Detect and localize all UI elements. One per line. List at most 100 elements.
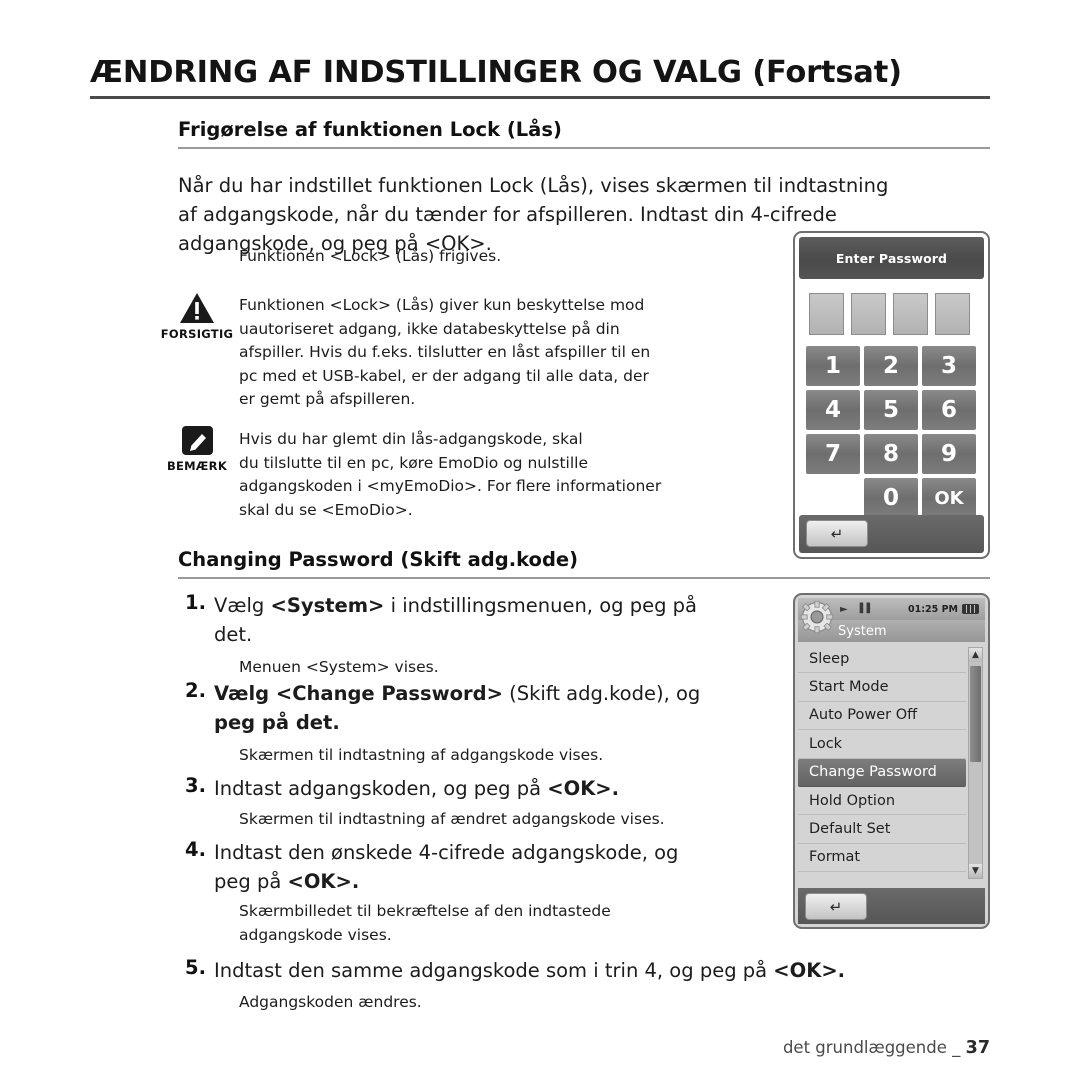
device-menu-title: System	[838, 623, 887, 639]
step-5-line1-b: <OK>.	[773, 959, 846, 982]
section-heading-lock: Frigørelse af funktionen Lock (Lås)	[178, 118, 562, 141]
password-digit-box	[893, 293, 928, 335]
menu-item-change-password[interactable]: Change Password	[798, 758, 966, 787]
footer-text: det grundlæggende _	[782, 1038, 961, 1057]
step-3-note: Skærmen til indtastning af ændret adgang…	[239, 810, 665, 828]
chevron-up-icon[interactable]: ▲	[969, 648, 982, 662]
password-digit-box	[935, 293, 970, 335]
step-2-note: Skærmen til indtastning af adgangskode v…	[239, 746, 604, 764]
system-menu-list: Sleep Start Mode Auto Power Off Lock Cha…	[798, 645, 966, 873]
step-5-line1: Indtast den samme adgangskode som i trin…	[214, 956, 1004, 985]
caution-block: FORSIGTIG	[155, 292, 239, 341]
step-4-note: Skærmbilledet til bekræftelse af den ind…	[239, 900, 799, 947]
note-line2: du tilslutte til en pc, køre EmoDio og n…	[239, 453, 589, 472]
step-5-note: Adgangskoden ændres.	[239, 993, 422, 1011]
caution-line5: er gemt på afspilleren.	[239, 390, 416, 408]
step-1-note: Menuen <System> vises.	[239, 658, 439, 676]
step-2-number: 2.	[185, 679, 206, 702]
keypad-row: 0 OK	[806, 478, 978, 518]
play-icon: ►	[840, 603, 848, 615]
chevron-down-icon[interactable]: ▼	[969, 864, 982, 878]
system-menu-device: ► ▌▌ 01:25 PM System Sleep Start Mode Au…	[793, 593, 990, 929]
note-pencil-icon	[181, 426, 213, 455]
step-4-line2-a: peg på	[214, 870, 288, 893]
step-4-note-line2: adgangskode vises.	[239, 925, 392, 944]
step-2-line1-c: (Skift adg.kode), og	[502, 682, 701, 705]
scrollbar-thumb[interactable]	[970, 666, 981, 762]
page-number: 37	[965, 1038, 990, 1058]
keypad-key-2[interactable]: 2	[864, 346, 918, 386]
note-label: BEMÆRK	[166, 459, 228, 473]
step-4-line1: Indtast den ønskede 4-cifrede adgangskod…	[214, 841, 679, 864]
note-line1: Hvis du har glemt din lås-adgangskode, s…	[239, 430, 583, 448]
keypad-key-7[interactable]: 7	[806, 434, 860, 474]
document-page: ÆNDRING AF INDSTILLINGER OG VALG (Fortsa…	[0, 0, 1080, 1080]
caution-line3: afspiller. Hvis du f.eks. tilslutter en …	[239, 343, 651, 361]
back-arrow-icon[interactable]: ↵	[806, 520, 868, 547]
keypad-key-ok[interactable]: OK	[922, 478, 976, 518]
caution-line1: Funktionen <Lock> (Lås) giver kun beskyt…	[239, 296, 645, 314]
step-1-line1-b: <System>	[270, 594, 385, 617]
step-1-line1-a: Vælg	[214, 594, 271, 617]
keypad-key-8[interactable]: 8	[864, 434, 918, 474]
page-footer: det grundlæggende _ 37	[783, 1038, 990, 1058]
menu-item-auto-power-off[interactable]: Auto Power Off	[798, 701, 966, 731]
step-4-note-line1: Skærmbilledet til bekræftelse af den ind…	[239, 902, 611, 920]
step-4-line2: peg på <OK>.	[214, 867, 814, 896]
keypad-key-1[interactable]: 1	[806, 346, 860, 386]
keypad-key-3[interactable]: 3	[922, 346, 976, 386]
section-divider-change-password	[178, 577, 990, 579]
step-2-body: Vælg <Change Password> (Skift adg.kode),…	[214, 679, 784, 737]
caution-line4: pc med et USB-kabel, er der adgang til a…	[239, 366, 649, 385]
password-digit-box	[851, 293, 886, 335]
step-1-line2: det.	[214, 623, 253, 646]
keypad-row: 7 8 9	[806, 434, 978, 474]
caution-text: Funktionen <Lock> (Lås) giver kun beskyt…	[239, 294, 799, 412]
lock-intro-line2: af adgangskode, når du tænder for afspil…	[178, 203, 837, 226]
step-1-line1: Vælg <System> i indstillingsmenuen, og p…	[214, 591, 784, 620]
keypad-key-4[interactable]: 4	[806, 390, 860, 430]
step-1-number: 1.	[185, 591, 206, 614]
password-screen-device: Enter Password 1 2 3 4 5 6 7 8 9 0 OK ↵	[793, 231, 990, 559]
step-4-line2-b: <OK>.	[287, 870, 360, 893]
step-3-number: 3.	[185, 774, 206, 797]
note-block: BEMÆRK	[155, 425, 239, 473]
menu-scrollbar[interactable]: ▲ ▼	[968, 647, 983, 879]
password-digit-boxes	[809, 293, 970, 335]
step-2-line1: Vælg <Change Password> (Skift adg.kode),…	[214, 679, 784, 708]
menu-item-lock[interactable]: Lock	[798, 730, 966, 759]
keypad-key-6[interactable]: 6	[922, 390, 976, 430]
lock-intro-line1: Når du har indstillet funktionen Lock (L…	[178, 174, 889, 197]
caution-label: FORSIGTIG	[160, 327, 234, 341]
menu-screen-footer: ↵	[798, 888, 985, 924]
step-1-line1-c: i indstillingsmenuen, og peg på	[384, 594, 697, 617]
keypad-key-blank	[806, 478, 860, 518]
numeric-keypad: 1 2 3 4 5 6 7 8 9 0 OK	[806, 346, 978, 522]
menu-item-hold-option[interactable]: Hold Option	[798, 786, 966, 816]
step-3-line1: Indtast adgangskoden, og peg på <OK>.	[214, 774, 784, 803]
section-divider-lock	[178, 147, 990, 149]
battery-icon	[962, 604, 979, 614]
menu-item-sleep[interactable]: Sleep	[798, 645, 966, 674]
step-1-body: Vælg <System> i indstillingsmenuen, og p…	[214, 591, 784, 649]
keypad-key-9[interactable]: 9	[922, 434, 976, 474]
lock-subnote: Funktionen <Lock> (Lås) frigives.	[239, 247, 502, 265]
warning-triangle-icon	[180, 293, 214, 323]
step-5-line1-a: Indtast den samme adgangskode som i trin…	[214, 959, 774, 982]
keypad-row: 1 2 3	[806, 346, 978, 386]
keypad-key-5[interactable]: 5	[864, 390, 918, 430]
menu-item-format[interactable]: Format	[798, 843, 966, 873]
password-digit-box	[809, 293, 844, 335]
step-4-number: 4.	[185, 838, 206, 861]
menu-item-default-set[interactable]: Default Set	[798, 815, 966, 844]
password-screen-header-label: Enter Password	[835, 250, 948, 266]
step-3-line1-b: <OK>.	[547, 777, 620, 800]
back-arrow-icon[interactable]: ↵	[805, 893, 867, 920]
menu-item-start-mode[interactable]: Start Mode	[798, 673, 966, 702]
section-heading-change-password: Changing Password (Skift adg.kode)	[178, 548, 579, 571]
title-divider	[90, 96, 990, 99]
keypad-key-0[interactable]: 0	[864, 478, 918, 518]
note-line4: skal du se <EmoDio>.	[239, 500, 413, 519]
gear-icon	[800, 600, 834, 634]
note-line3: adgangskoden i <myEmoDio>. For flere inf…	[239, 477, 662, 495]
